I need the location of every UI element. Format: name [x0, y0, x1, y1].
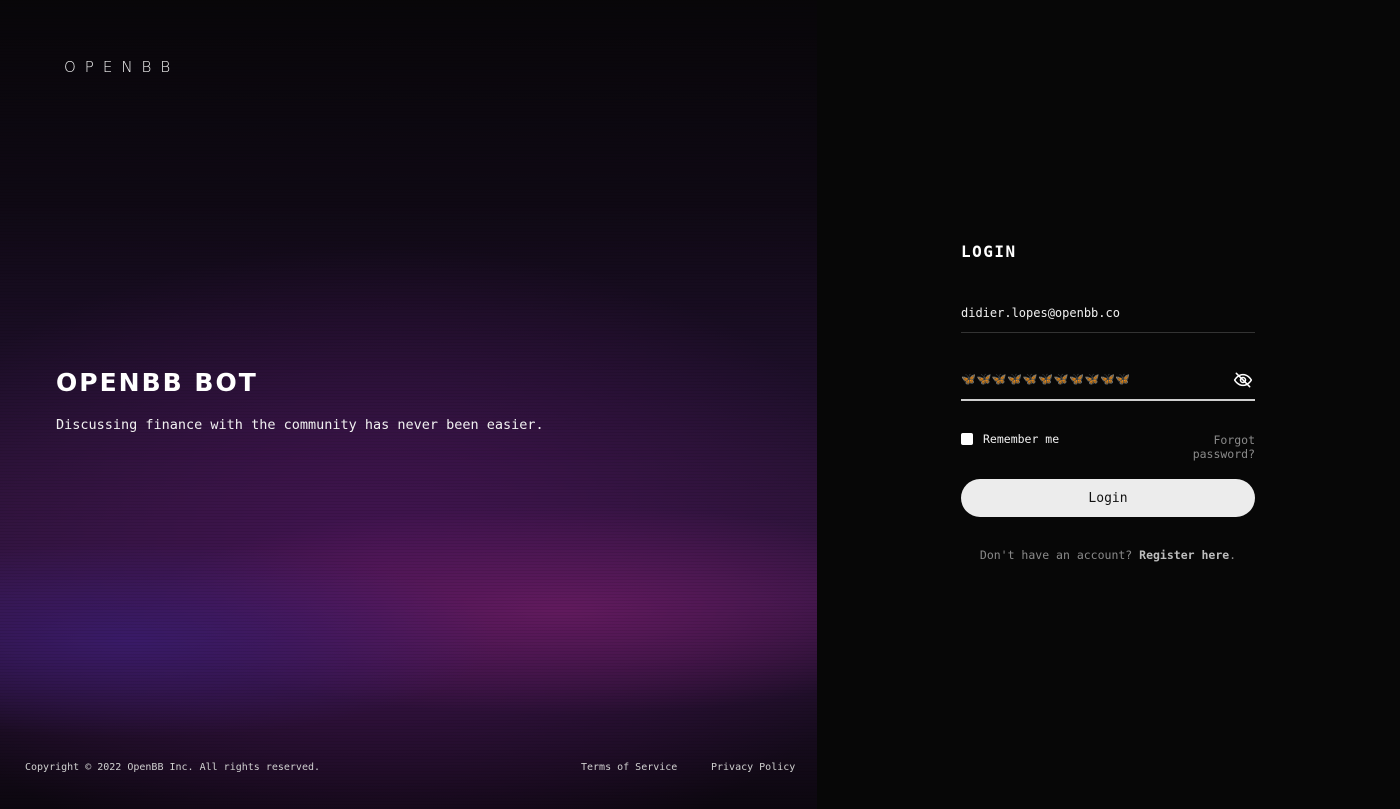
register-prompt: Don't have an account? Register here. — [961, 548, 1255, 562]
remember-me-checkbox[interactable]: Remember me — [961, 432, 1059, 446]
hero-subtitle: Discussing finance with the community ha… — [56, 417, 544, 433]
checkbox-box[interactable] — [961, 433, 973, 445]
hero-panel: OPENBB OPENBB BOT Discussing finance wit… — [0, 0, 817, 809]
remember-me-label: Remember me — [983, 432, 1060, 446]
login-title: LOGIN — [961, 242, 1017, 261]
login-panel: LOGIN 🦋🦋🦋🦋🦋🦋🦋🦋🦋🦋🦋 Remember me Forgot pas… — [817, 0, 1400, 809]
terms-of-service-link[interactable]: Terms of Service — [581, 762, 677, 773]
email-input[interactable] — [961, 300, 1255, 320]
hero-title: OPENBB BOT — [56, 368, 258, 397]
login-button[interactable]: Login — [961, 479, 1255, 517]
password-field[interactable]: 🦋🦋🦋🦋🦋🦋🦋🦋🦋🦋🦋 — [961, 364, 1255, 401]
privacy-policy-link[interactable]: Privacy Policy — [711, 762, 795, 773]
email-field[interactable] — [961, 300, 1255, 333]
copyright-text: Copyright © 2022 OpenBB Inc. All rights … — [25, 762, 321, 773]
openbb-logo: OPENBB — [64, 58, 180, 76]
register-prompt-text: Don't have an account? — [979, 548, 1133, 562]
register-link[interactable]: Register here — [1139, 548, 1229, 562]
forgot-password-link[interactable]: Forgot password? — [1147, 433, 1255, 461]
eye-off-icon[interactable] — [1233, 370, 1253, 390]
register-suffix: . — [1229, 548, 1237, 562]
password-input[interactable]: 🦋🦋🦋🦋🦋🦋🦋🦋🦋🦋🦋 — [961, 372, 1131, 386]
